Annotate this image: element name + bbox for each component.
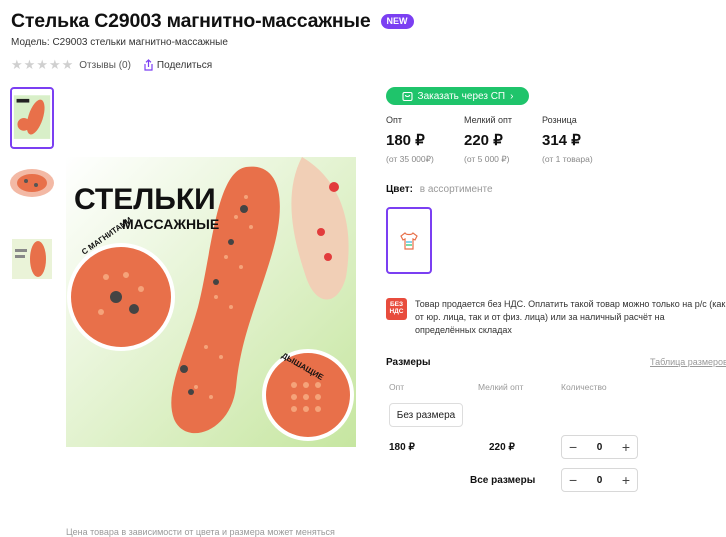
color-value: в ассортименте bbox=[419, 184, 493, 195]
price-tier-retail: Розница 314 ₽ (от 1 товара) bbox=[542, 115, 620, 165]
title-row: Стелька C29003 магнитно-массажные NEW bbox=[11, 10, 414, 33]
color-label: Цвет: bbox=[386, 184, 413, 195]
thumbnail-list bbox=[10, 87, 56, 309]
share-label: Поделиться bbox=[156, 59, 213, 71]
order-button-label: Заказать через СП bbox=[417, 90, 506, 102]
color-row: Цвет: в ассортименте bbox=[386, 184, 493, 195]
plus-icon[interactable]: + bbox=[622, 440, 630, 454]
share-button[interactable]: Поделиться bbox=[143, 59, 212, 71]
star-icon: ★ bbox=[61, 57, 74, 72]
size-chart-link[interactable]: Таблица размеров bbox=[650, 357, 726, 367]
column-header-quantity: Количество bbox=[561, 382, 607, 392]
vat-text: Товар продается без НДС. Оплатить такой … bbox=[415, 299, 726, 335]
all-sizes-label: Все размеры bbox=[470, 475, 536, 486]
all-sizes-quantity-stepper: − 0 + bbox=[561, 468, 638, 492]
vat-notice: БЕЗ НДС Товар продается без НДС. Оплатит… bbox=[386, 298, 726, 337]
price-tier-small-opt: Мелкий опт 220 ₽ (от 5 000 ₽) bbox=[464, 115, 542, 165]
star-icon: ★ bbox=[23, 57, 36, 72]
meta-row: ★ ★ ★ ★ ★ Отзывы (0) Поделиться bbox=[11, 57, 212, 72]
minus-icon[interactable]: − bbox=[569, 473, 577, 487]
size-option-no-size[interactable]: Без размера bbox=[389, 403, 463, 427]
share-icon bbox=[144, 59, 153, 71]
price-label: Опт bbox=[386, 115, 402, 125]
minus-icon[interactable]: − bbox=[569, 440, 577, 454]
image-headline-1: СТЕЛЬКИ bbox=[74, 183, 216, 216]
chevron-right-icon: › bbox=[510, 90, 514, 102]
image-headline-2: МАССАЖНЫЕ bbox=[122, 216, 219, 232]
row-price-small-opt: 220 ₽ bbox=[489, 442, 515, 453]
rating-stars: ★ ★ ★ ★ ★ bbox=[11, 57, 74, 72]
new-badge: NEW bbox=[380, 14, 414, 29]
thumbnail-3[interactable] bbox=[10, 235, 54, 297]
price-tiers: Опт 180 ₽ (от 35 000₽) Мелкий опт 220 ₽ … bbox=[386, 115, 620, 165]
thumbnail-1[interactable] bbox=[10, 87, 54, 149]
price-value: 314 ₽ bbox=[542, 132, 581, 149]
price-label: Розница bbox=[542, 115, 577, 125]
quantity-stepper: − 0 + bbox=[561, 435, 638, 459]
price-value: 220 ₽ bbox=[464, 132, 503, 149]
column-header-opt: Опт bbox=[389, 382, 405, 392]
price-label: Мелкий опт bbox=[464, 115, 513, 125]
thumbnail-2[interactable] bbox=[10, 161, 54, 223]
product-title: Стелька C29003 магнитно-массажные bbox=[11, 10, 371, 32]
star-icon: ★ bbox=[48, 57, 61, 72]
star-icon: ★ bbox=[36, 57, 48, 72]
order-via-sp-button[interactable]: Заказать через СП › bbox=[386, 87, 529, 105]
price-value: 180 ₽ bbox=[386, 132, 425, 149]
price-note: (от 5 000 ₽) bbox=[464, 154, 510, 164]
sizes-title: Размеры bbox=[386, 357, 431, 368]
price-caption: Цена товара в зависимости от цвета и раз… bbox=[66, 527, 335, 537]
price-note: (от 1 товара) bbox=[542, 154, 593, 164]
reviews-link[interactable]: Отзывы (0) bbox=[79, 60, 131, 71]
cart-icon bbox=[401, 91, 413, 101]
row-price-opt: 180 ₽ bbox=[389, 442, 415, 453]
product-model: Модель: C29003 стельки магнитно-массажны… bbox=[11, 37, 228, 48]
star-icon: ★ bbox=[11, 57, 23, 72]
tshirt-icon bbox=[400, 231, 418, 250]
no-vat-icon: БЕЗ НДС bbox=[386, 298, 407, 320]
price-note: (от 35 000₽) bbox=[386, 154, 434, 164]
color-swatch-assorted[interactable] bbox=[386, 207, 432, 274]
price-tier-opt: Опт 180 ₽ (от 35 000₽) bbox=[386, 115, 464, 165]
column-header-small-opt: Мелкий опт bbox=[478, 382, 524, 392]
plus-icon[interactable]: + bbox=[622, 473, 630, 487]
quantity-value[interactable]: 0 bbox=[597, 442, 603, 453]
all-sizes-quantity-value[interactable]: 0 bbox=[597, 475, 603, 486]
main-product-image[interactable]: С МАГНИТАМИ ДЫШАЩИЕ СТЕЛЬКИ МАССАЖНЫЕ bbox=[66, 157, 356, 447]
